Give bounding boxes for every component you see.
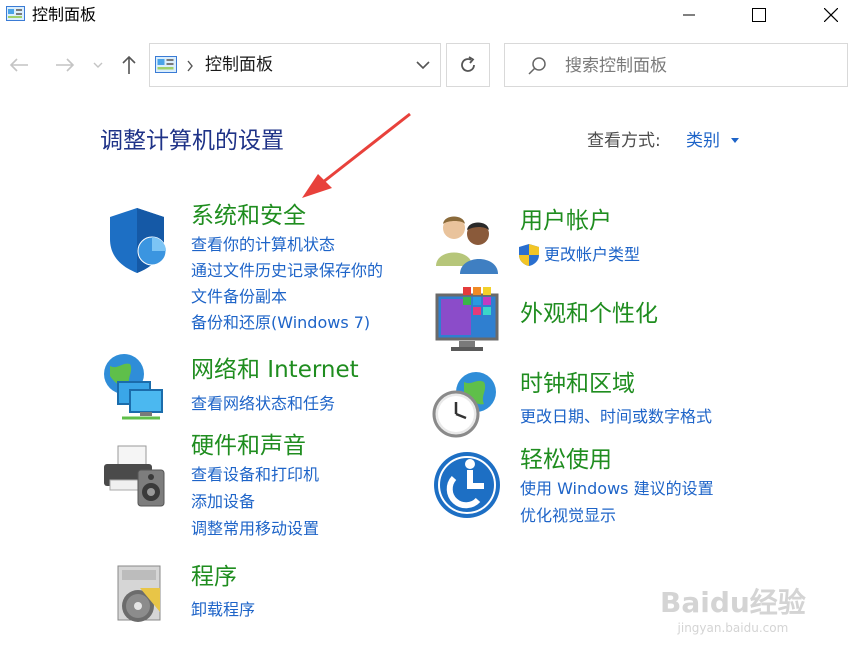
minimize-button[interactable] <box>666 0 712 30</box>
arrow-right-icon <box>56 58 75 72</box>
category-hardware-sound[interactable]: 硬件和声音 <box>191 430 306 462</box>
view-by-dropdown[interactable]: 类别 <box>686 128 720 154</box>
link-mobility-settings[interactable]: 调整常用移动设置 <box>191 516 319 542</box>
up-button[interactable] <box>115 50 143 80</box>
address-bar[interactable]: 控制面板 <box>149 43 441 87</box>
category-programs[interactable]: 程序 <box>191 561 237 593</box>
link-optimize-visual-display[interactable]: 优化视觉显示 <box>520 503 616 529</box>
close-icon <box>824 8 838 22</box>
annotation-arrow <box>302 112 411 198</box>
category-network-internet[interactable]: 网络和 Internet <box>191 354 359 386</box>
category-ease-of-access[interactable]: 轻松使用 <box>520 444 612 476</box>
forward-button[interactable] <box>51 50 79 80</box>
shield-icon <box>110 208 167 273</box>
monitor-colors-icon <box>435 287 499 351</box>
link-view-computer-status[interactable]: 查看你的计算机状态 <box>191 232 335 258</box>
accessibility-icon <box>434 452 500 518</box>
maximize-button[interactable] <box>736 0 782 30</box>
users-icon <box>436 216 498 274</box>
link-change-date-time-format[interactable]: 更改日期、时间或数字格式 <box>520 404 712 430</box>
maximize-icon <box>752 8 766 22</box>
category-clock-region[interactable]: 时钟和区域 <box>520 368 635 400</box>
category-system-security[interactable]: 系统和安全 <box>191 200 306 232</box>
network-globe-icon <box>104 354 163 420</box>
title-bar: 控制面板 <box>0 0 859 32</box>
search-input[interactable]: 搜索控制面板 <box>504 43 848 87</box>
watermark-text: Baidu经验 <box>660 586 806 619</box>
close-button[interactable] <box>808 0 854 30</box>
link-change-account-type[interactable]: 更改帐户类型 <box>544 242 640 268</box>
watermark-sub: jingyan.baidu.com <box>677 621 789 635</box>
link-add-device[interactable]: 添加设备 <box>191 489 255 515</box>
link-file-history-cont[interactable]: 文件备份副本 <box>191 284 287 310</box>
back-button[interactable] <box>5 50 33 80</box>
link-recommended-settings[interactable]: 使用 Windows 建议的设置 <box>520 476 714 502</box>
recent-locations-button[interactable] <box>88 50 108 80</box>
control-panel-icon <box>155 56 177 73</box>
link-uninstall-program[interactable]: 卸载程序 <box>191 597 255 623</box>
control-panel-icon <box>6 6 25 21</box>
chevron-right-icon <box>187 60 193 72</box>
clock-globe-icon <box>432 372 496 438</box>
refresh-button[interactable] <box>446 43 490 87</box>
category-appearance-personalization[interactable]: 外观和个性化 <box>520 298 658 330</box>
link-devices-printers[interactable]: 查看设备和打印机 <box>191 462 319 488</box>
arrow-up-icon <box>122 55 136 74</box>
printer-speaker-icon <box>104 445 165 507</box>
window-title: 控制面板 <box>32 5 97 24</box>
search-icon <box>528 57 546 75</box>
arrow-left-icon <box>9 58 28 72</box>
link-network-status[interactable]: 查看网络状态和任务 <box>191 391 335 417</box>
minimize-icon <box>683 14 695 16</box>
watermark: Baidu经验 jingyan.baidu.com <box>660 586 806 636</box>
link-backup-restore[interactable]: 备份和还原(Windows 7) <box>191 310 370 336</box>
programs-disc-icon <box>117 565 161 622</box>
search-placeholder: 搜索控制面板 <box>565 56 667 76</box>
refresh-icon <box>461 56 475 72</box>
link-file-history[interactable]: 通过文件历史记录保存你的 <box>191 258 383 284</box>
uac-shield-icon <box>519 244 539 266</box>
chevron-down-icon[interactable] <box>731 138 739 143</box>
chevron-down-icon <box>93 62 103 68</box>
address-path: 控制面板 <box>205 55 273 75</box>
view-by-label: 查看方式: <box>587 131 661 151</box>
category-user-accounts[interactable]: 用户帐户 <box>520 205 612 237</box>
chevron-down-icon[interactable] <box>416 61 430 70</box>
page-title: 调整计算机的设置 <box>100 128 284 154</box>
